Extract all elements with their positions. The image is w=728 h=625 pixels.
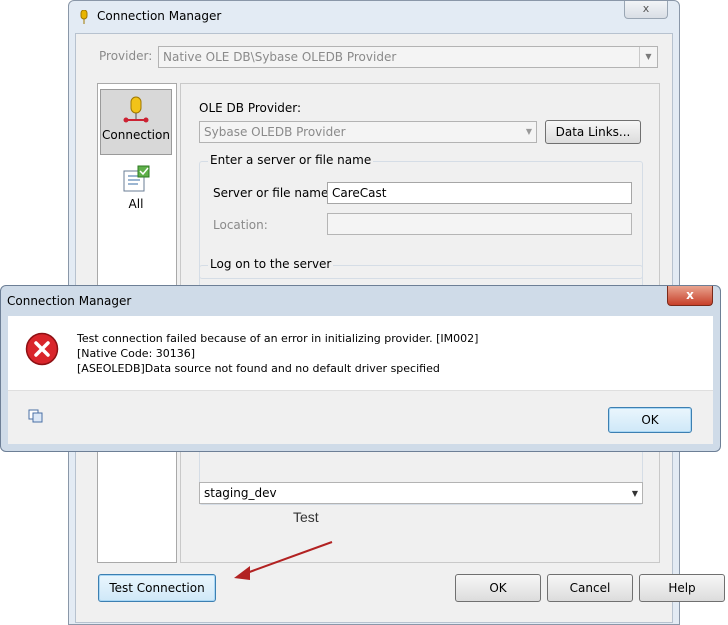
error-dialog-close-button[interactable]: x bbox=[667, 286, 713, 306]
provider-label: Provider: bbox=[99, 49, 153, 63]
cancel-button[interactable]: Cancel bbox=[547, 574, 633, 602]
window-close-button[interactable]: x bbox=[624, 1, 668, 19]
provider-value: Native OLE DB\Sybase OLEDB Provider bbox=[163, 50, 397, 64]
nav-item-connection[interactable]: Connection bbox=[100, 89, 172, 155]
error-message-line: Test connection failed because of an err… bbox=[77, 332, 479, 345]
chevron-down-icon[interactable]: ▼ bbox=[639, 47, 657, 67]
oledb-provider-value: Sybase OLEDB Provider bbox=[204, 125, 346, 139]
help-button[interactable]: Help bbox=[639, 574, 725, 602]
server-group-title: Enter a server or file name bbox=[208, 153, 374, 167]
properties-icon bbox=[123, 165, 150, 192]
annotation-arrow-icon bbox=[234, 541, 333, 580]
database-select[interactable]: staging_dev ▼ bbox=[199, 482, 643, 504]
server-name-label: Server or file name: bbox=[213, 186, 333, 200]
error-icon bbox=[25, 332, 59, 366]
location-input[interactable] bbox=[327, 213, 632, 235]
error-dialog-ok-button[interactable]: OK bbox=[608, 407, 692, 433]
window-titlebar[interactable]: Connection Manager x bbox=[69, 1, 679, 33]
error-dialog-body: Test connection failed because of an err… bbox=[8, 316, 713, 390]
data-links-button[interactable]: Data Links... bbox=[545, 120, 641, 144]
server-name-input[interactable]: CareCast bbox=[327, 182, 632, 204]
nav-label-all: All bbox=[128, 197, 144, 211]
error-message-line: [ASEOLEDB]Data source not found and no d… bbox=[77, 362, 440, 375]
chevron-down-icon: ▼ bbox=[525, 127, 532, 136]
window-title: Connection Manager bbox=[97, 9, 222, 23]
connection-icon bbox=[123, 96, 149, 123]
error-dialog: Connection Manager x Test connection fai… bbox=[0, 285, 721, 452]
provider-select[interactable]: Native OLE DB\Sybase OLEDB Provider ▼ bbox=[158, 46, 658, 68]
ok-button[interactable]: OK bbox=[455, 574, 541, 602]
error-dialog-footer: OK bbox=[8, 390, 713, 444]
error-message-line: [Native Code: 30136] bbox=[77, 347, 196, 360]
nav-label-connection: Connection bbox=[102, 128, 170, 142]
annotation-text: Test bbox=[293, 509, 319, 525]
nav-item-all[interactable]: All bbox=[100, 159, 172, 225]
copy-message-icon[interactable] bbox=[28, 409, 44, 423]
oledb-provider-label: OLE DB Provider: bbox=[199, 101, 302, 115]
database-icon bbox=[80, 10, 88, 24]
database-value: staging_dev bbox=[204, 486, 277, 500]
location-label: Location: bbox=[213, 218, 268, 232]
oledb-provider-select[interactable]: Sybase OLEDB Provider ▼ bbox=[199, 121, 537, 143]
error-dialog-title: Connection Manager bbox=[7, 294, 132, 308]
test-connection-button[interactable]: Test Connection bbox=[98, 574, 216, 602]
chevron-down-icon: ▼ bbox=[631, 489, 638, 498]
logon-group-title: Log on to the server bbox=[208, 257, 334, 271]
